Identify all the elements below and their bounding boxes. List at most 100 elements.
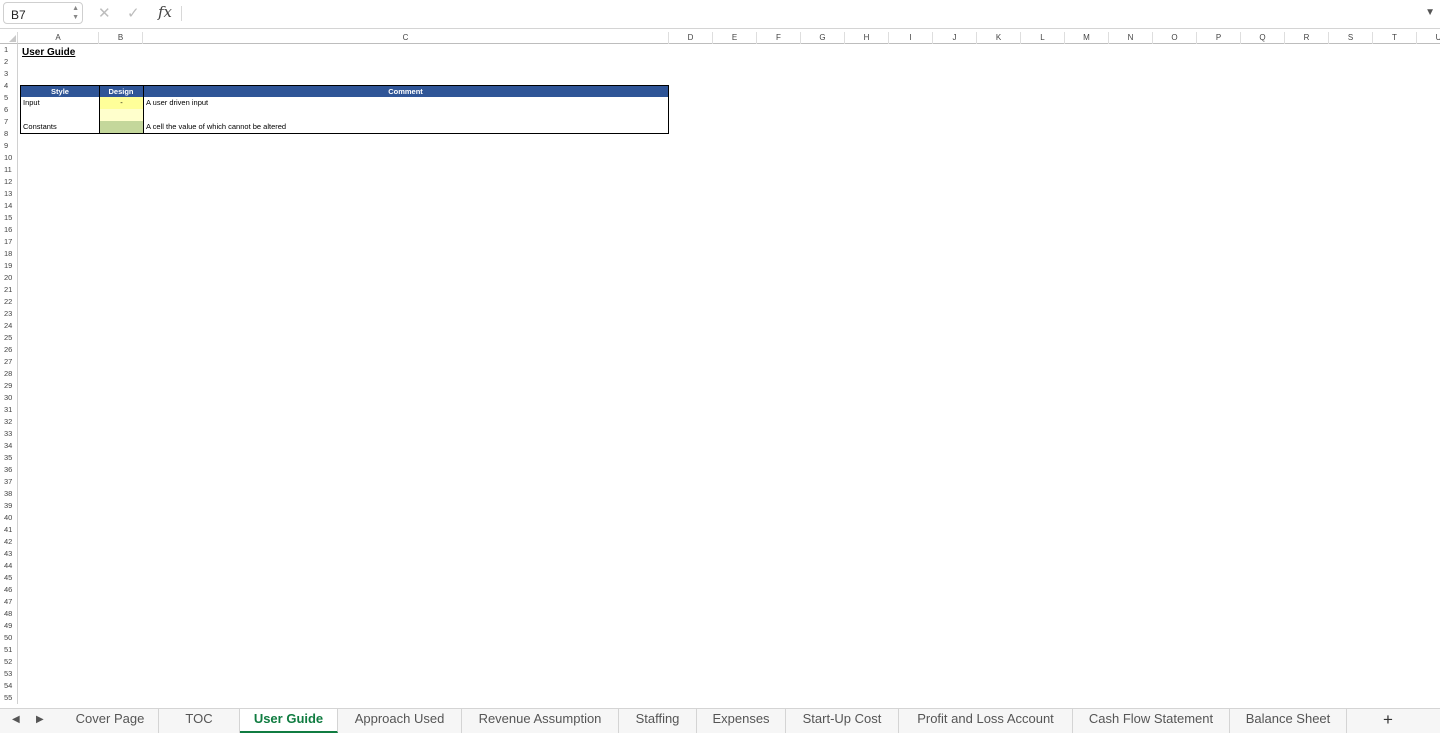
row-header[interactable]: 8 <box>0 128 17 140</box>
tab-approach-used[interactable]: Approach Used <box>338 709 462 733</box>
row-header[interactable]: 23 <box>0 308 17 320</box>
row-header[interactable]: 4 <box>0 80 17 92</box>
column-header[interactable]: H <box>845 32 889 44</box>
cells-area[interactable]: User Guide Style Design Comment Input - … <box>18 44 1440 708</box>
tab-staffing[interactable]: Staffing <box>619 709 697 733</box>
column-header[interactable]: Q <box>1241 32 1285 44</box>
row-header[interactable]: 38 <box>0 488 17 500</box>
expand-formula-bar-icon[interactable]: ▼ <box>1425 7 1435 18</box>
column-header[interactable]: K <box>977 32 1021 44</box>
row-header[interactable]: 33 <box>0 428 17 440</box>
row-header[interactable]: 52 <box>0 656 17 668</box>
tab-start-up-cost[interactable]: Start-Up Cost <box>786 709 899 733</box>
column-header[interactable]: L <box>1021 32 1065 44</box>
column-header[interactable]: S <box>1329 32 1373 44</box>
row-header[interactable]: 28 <box>0 368 17 380</box>
row-header[interactable]: 42 <box>0 536 17 548</box>
table-cell-style[interactable]: Constants <box>23 121 57 133</box>
column-header[interactable]: A <box>18 32 99 44</box>
row-header[interactable]: 44 <box>0 560 17 572</box>
row-header[interactable]: 54 <box>0 680 17 692</box>
row-header[interactable]: 25 <box>0 332 17 344</box>
column-header[interactable]: T <box>1373 32 1417 44</box>
row-header[interactable]: 51 <box>0 644 17 656</box>
row-header[interactable]: 17 <box>0 236 17 248</box>
column-header[interactable]: I <box>889 32 933 44</box>
row-header[interactable]: 37 <box>0 476 17 488</box>
row-header[interactable]: 1 <box>0 44 17 56</box>
row-header[interactable]: 47 <box>0 596 17 608</box>
row-header[interactable]: 6 <box>0 104 17 116</box>
row-header[interactable]: 24 <box>0 320 17 332</box>
row-header[interactable]: 12 <box>0 176 17 188</box>
row-header[interactable]: 55 <box>0 692 17 704</box>
row-header[interactable]: 9 <box>0 140 17 152</box>
table-cell-comment[interactable]: A cell the value of which cannot be alte… <box>146 121 286 133</box>
row-header[interactable]: 36 <box>0 464 17 476</box>
prev-sheet-icon[interactable]: ◀ <box>12 714 20 725</box>
row-header[interactable]: 43 <box>0 548 17 560</box>
table-cell-comment[interactable]: A user driven input <box>146 97 208 109</box>
row-header[interactable]: 15 <box>0 212 17 224</box>
row-header[interactable]: 29 <box>0 380 17 392</box>
row-header[interactable]: 46 <box>0 584 17 596</box>
row-header[interactable]: 49 <box>0 620 17 632</box>
row-header[interactable]: 50 <box>0 632 17 644</box>
row-header[interactable]: 13 <box>0 188 17 200</box>
row-header[interactable]: 34 <box>0 440 17 452</box>
tab-balance-sheet[interactable]: Balance Sheet <box>1230 709 1347 733</box>
row-header[interactable]: 41 <box>0 524 17 536</box>
table-cell-design[interactable]: - <box>100 97 143 109</box>
row-header[interactable]: 3 <box>0 68 17 80</box>
tab-cover-page[interactable]: Cover Page <box>62 709 159 733</box>
column-header[interactable]: B <box>99 32 143 44</box>
add-sheet-icon[interactable]: + <box>1383 710 1393 730</box>
tab-profit-and-loss-account[interactable]: Profit and Loss Account <box>899 709 1073 733</box>
column-header[interactable]: P <box>1197 32 1241 44</box>
tab-cash-flow-statement[interactable]: Cash Flow Statement <box>1073 709 1230 733</box>
row-header[interactable]: 45 <box>0 572 17 584</box>
row-header[interactable]: 27 <box>0 356 17 368</box>
worksheet-grid[interactable]: ABCDEFGHIJKLMNOPQRSTU 1 2 3 4 5 6 7 8 9 10 11 12 13 1… <box>0 32 1440 708</box>
row-header[interactable]: 53 <box>0 668 17 680</box>
row-header[interactable]: 48 <box>0 608 17 620</box>
row-header[interactable]: 5 <box>0 92 17 104</box>
row-header[interactable]: 19 <box>0 260 17 272</box>
row-header[interactable]: 7 <box>0 116 17 128</box>
select-all-corner[interactable] <box>0 32 18 44</box>
column-header[interactable]: F <box>757 32 801 44</box>
row-header[interactable]: 10 <box>0 152 17 164</box>
column-header[interactable]: E <box>713 32 757 44</box>
table-cell-style[interactable]: Input <box>23 97 40 109</box>
column-header[interactable]: C <box>143 32 669 44</box>
row-header[interactable]: 32 <box>0 416 17 428</box>
column-header[interactable]: N <box>1109 32 1153 44</box>
row-header[interactable]: 40 <box>0 512 17 524</box>
row-header[interactable]: 20 <box>0 272 17 284</box>
row-header[interactable]: 35 <box>0 452 17 464</box>
tab-toc[interactable]: TOC <box>159 709 240 733</box>
column-header[interactable]: G <box>801 32 845 44</box>
insert-function-icon[interactable]: fx <box>158 3 172 21</box>
next-sheet-icon[interactable]: ▶ <box>36 714 44 725</box>
row-header[interactable]: 31 <box>0 404 17 416</box>
input-swatch-extended[interactable] <box>100 109 143 121</box>
confirm-icon[interactable]: ✓ <box>127 4 140 22</box>
column-header[interactable]: U <box>1417 32 1440 44</box>
row-header[interactable]: 22 <box>0 296 17 308</box>
tab-expenses[interactable]: Expenses <box>697 709 786 733</box>
constant-swatch[interactable] <box>100 121 143 133</box>
name-box-spinner-icon[interactable]: ▲ ▼ <box>72 4 79 22</box>
row-header[interactable]: 18 <box>0 248 17 260</box>
tab-revenue-assumption[interactable]: Revenue Assumption <box>462 709 619 733</box>
formula-input[interactable] <box>190 6 1410 21</box>
row-header[interactable]: 14 <box>0 200 17 212</box>
row-header[interactable]: 16 <box>0 224 17 236</box>
column-header[interactable]: O <box>1153 32 1197 44</box>
tab-user-guide[interactable]: User Guide <box>240 709 338 733</box>
name-box[interactable]: B7 ▲ ▼ <box>3 2 83 24</box>
row-header[interactable]: 39 <box>0 500 17 512</box>
column-header[interactable]: J <box>933 32 977 44</box>
column-header[interactable]: D <box>669 32 713 44</box>
row-header[interactable]: 26 <box>0 344 17 356</box>
